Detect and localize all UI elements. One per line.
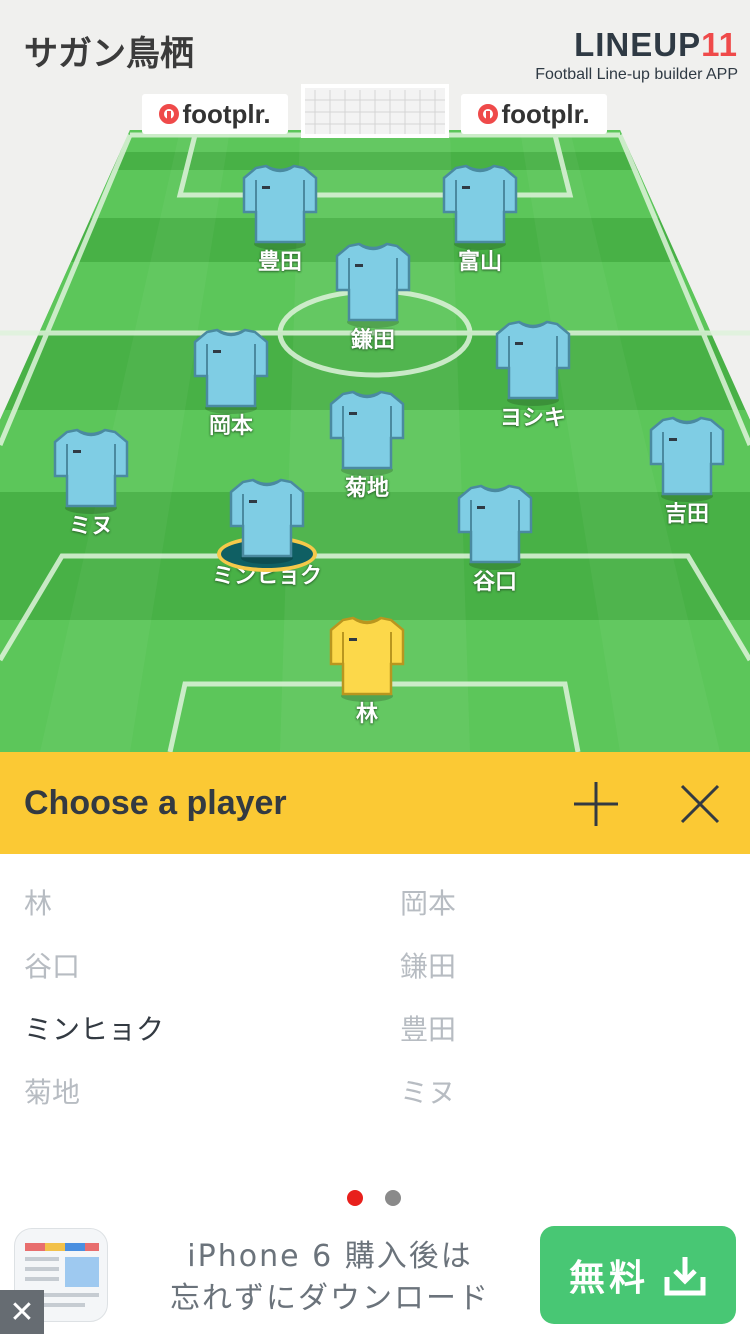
player-token-outfield[interactable]: ミヌ (31, 424, 151, 540)
team-name: サガン鳥栖 (24, 34, 194, 74)
jersey-icon (457, 484, 533, 570)
brand-logo-text: LINEUP (574, 26, 702, 63)
jersey-icon (649, 416, 725, 502)
close-icon (680, 784, 720, 824)
list-item[interactable]: 岡本 (400, 882, 456, 922)
jersey-icon (242, 164, 318, 250)
list-item[interactable]: 谷口 (24, 945, 80, 985)
jersey-icon (229, 478, 305, 564)
ad-download-button[interactable]: 無料 (540, 1226, 736, 1324)
jersey-icon (193, 328, 269, 414)
list-item[interactable]: 林 (24, 882, 52, 922)
list-item[interactable]: ミンヒョク (24, 1008, 164, 1048)
close-chooser-button[interactable] (674, 778, 726, 830)
jersey-icon (329, 390, 405, 476)
brand-tagline: Football Line-up builder APP (535, 66, 738, 83)
page-dot[interactable] (385, 1190, 401, 1206)
list-item[interactable]: 豊田 (400, 1008, 456, 1048)
sponsor-board-right: footplr. (461, 94, 607, 134)
chooser-header: Choose a player (0, 752, 750, 854)
player-token-goalkeeper[interactable]: 林 (307, 612, 427, 728)
player-token-outfield[interactable]: ミンヒョク (207, 474, 327, 590)
jersey-icon (329, 616, 405, 702)
player-token-outfield[interactable]: 吉田 (627, 412, 747, 528)
brand-logo-number: 11 (701, 26, 738, 63)
ad-text: iPhone 6 購入後は 忘れずにダウンロード (150, 1236, 510, 1320)
sponsor-left-label: footplr. (182, 98, 271, 129)
chooser-title: Choose a player (24, 784, 287, 822)
ad-close-button[interactable]: ✕ (0, 1290, 44, 1334)
jersey-icon (53, 428, 129, 514)
close-icon: ✕ (9, 1294, 35, 1330)
ad-banner[interactable]: iPhone 6 購入後は 忘れずにダウンロード 無料 (0, 1222, 750, 1334)
sponsor-right-label: footplr. (501, 98, 590, 129)
page-dot-active[interactable] (347, 1190, 363, 1206)
ad-line-1: iPhone 6 購入後は (187, 1239, 473, 1274)
brand-logo: LINEUP11 (535, 26, 738, 64)
plus-icon (574, 782, 618, 826)
ad-line-2: 忘れずにダウンロード (170, 1281, 490, 1316)
jersey-icon (495, 320, 571, 406)
list-item[interactable]: 鎌田 (400, 945, 456, 985)
jersey-icon (442, 164, 518, 250)
ad-button-label: 無料 (568, 1258, 649, 1299)
footplr-logo-icon (159, 104, 180, 124)
player-token-outfield[interactable]: 鎌田 (313, 238, 433, 354)
add-player-button[interactable] (570, 778, 622, 830)
sponsor-board-left: footplr. (142, 94, 288, 134)
list-item[interactable]: 菊地 (24, 1071, 80, 1111)
player-token-outfield[interactable]: 谷口 (435, 480, 555, 596)
player-list: 林 谷口 ミンヒョク 菊地 岡本 鎌田 豊田 ミヌ (0, 854, 750, 1184)
player-token-outfield[interactable]: 岡本 (171, 324, 291, 440)
header: サガン鳥栖 LINEUP11 Football Line-up builder … (0, 0, 750, 130)
jersey-icon (335, 242, 411, 328)
player-token-outfield[interactable]: 富山 (420, 160, 540, 276)
download-icon (664, 1257, 706, 1296)
page-indicator (0, 1190, 750, 1206)
footplr-logo-icon (478, 104, 499, 124)
brand: LINEUP11 Football Line-up builder APP (535, 26, 738, 84)
list-item[interactable]: ミヌ (400, 1071, 456, 1111)
player-token-outfield[interactable]: ヨシキ (473, 316, 593, 432)
